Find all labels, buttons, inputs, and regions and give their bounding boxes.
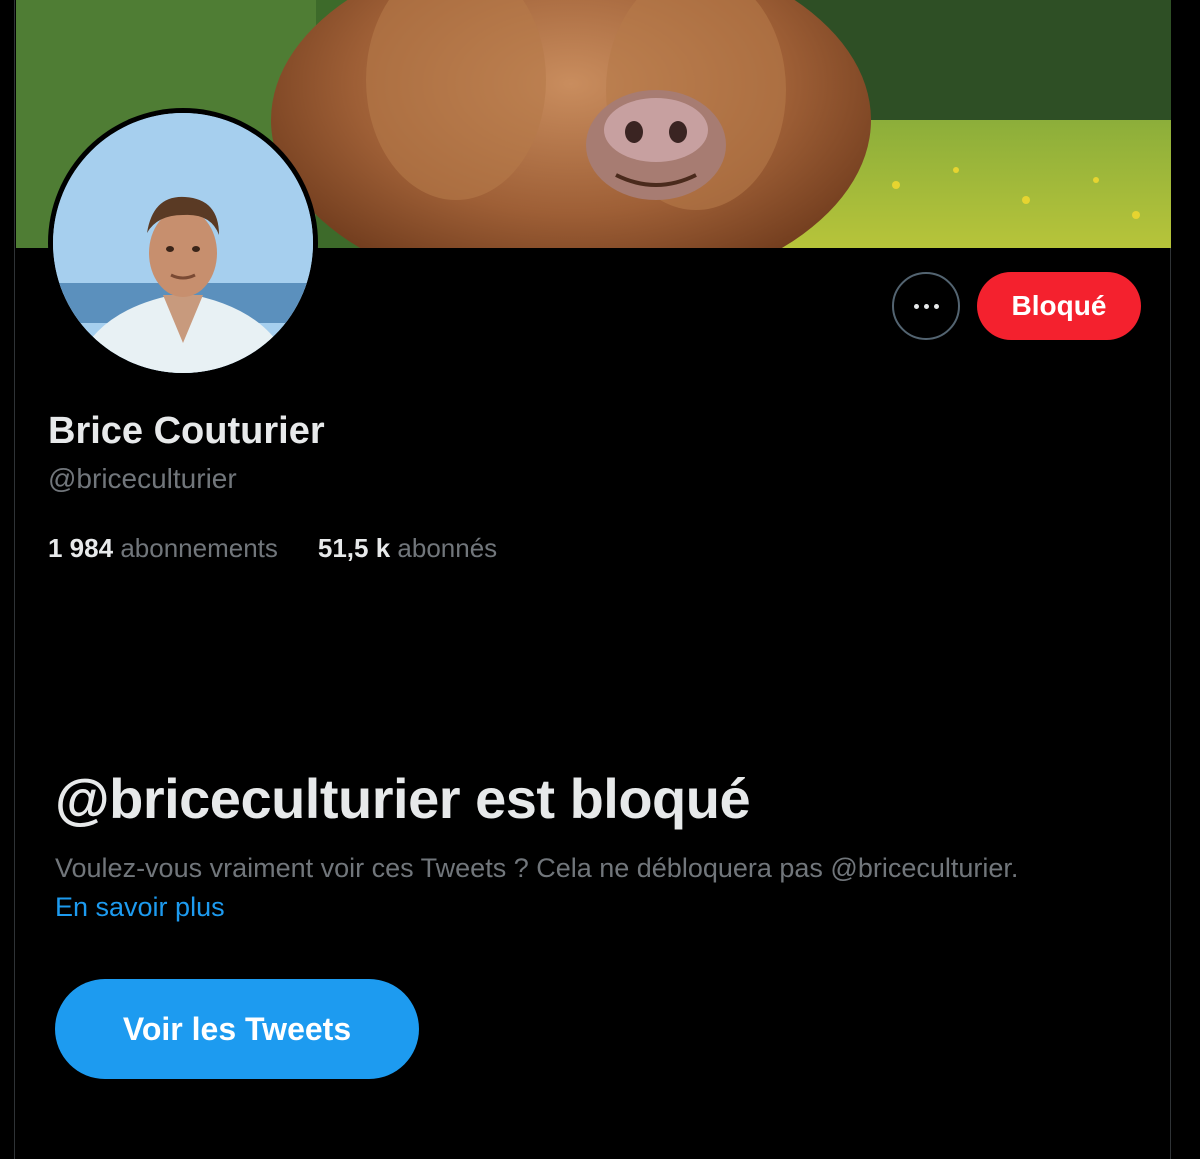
profile-column: Bloqué Brice Couturier @briceculturier 1… <box>14 0 1171 1159</box>
following-label: abonnements <box>120 533 278 563</box>
more-options-button[interactable] <box>892 272 960 340</box>
profile-display-name: Brice Couturier <box>48 410 325 452</box>
view-tweets-button[interactable]: Voir les Tweets <box>55 979 419 1079</box>
followers-stat-link[interactable]: 51,5 k abonnés <box>318 533 497 564</box>
more-horizontal-icon <box>913 303 939 309</box>
followers-label: abonnés <box>397 533 498 563</box>
following-count: 1 984 <box>48 533 114 563</box>
profile-handle: @briceculturier <box>48 463 237 494</box>
blocked-button[interactable]: Bloqué <box>977 272 1141 340</box>
profile-avatar[interactable] <box>48 108 318 378</box>
blocked-notice-title: @briceculturier est bloqué <box>55 767 751 830</box>
learn-more-link[interactable]: En savoir plus <box>55 888 1155 927</box>
blocked-notice-description-block: Voulez-vous vraiment voir ces Tweets ? C… <box>55 849 1155 927</box>
blocked-notice-description: Voulez-vous vraiment voir ces Tweets ? C… <box>55 853 1019 883</box>
followers-count: 51,5 k <box>317 533 391 563</box>
following-stat-link[interactable]: 1 984 abonnements <box>48 533 278 564</box>
profile-stats: 1 984 abonnements 51,5 k abonnés <box>48 533 497 564</box>
